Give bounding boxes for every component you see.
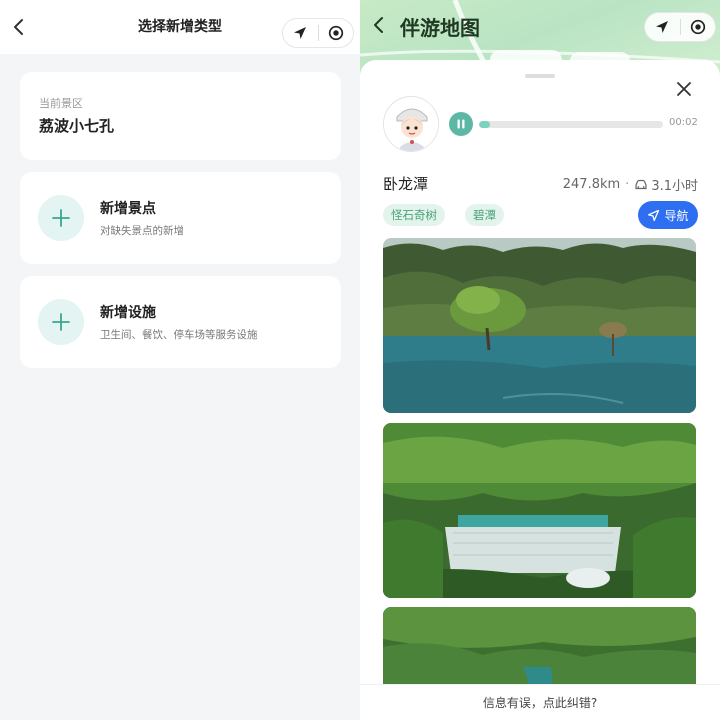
right-screen: 伴游地图 00:02 卧龙潭 247.8km · 3.1小时 怪石奇树 碧潭 导… bbox=[360, 0, 720, 720]
current-scenic-name: 荔波小七孔 bbox=[39, 117, 115, 135]
spot-detail-sheet: 00:02 卧龙潭 247.8km · 3.1小时 怪石奇树 碧潭 导航 bbox=[360, 60, 720, 720]
spot-duration: 3.1小时 bbox=[651, 179, 698, 194]
meta-separator: · bbox=[625, 177, 630, 192]
map-page-title: 伴游地图 bbox=[400, 16, 480, 40]
car-icon bbox=[635, 179, 647, 189]
navigation-icon bbox=[648, 209, 660, 221]
current-scenic-card: 当前景区 荔波小七孔 bbox=[20, 72, 341, 160]
spot-distance: 247.8km bbox=[562, 177, 621, 192]
sheet-drag-handle[interactable] bbox=[525, 74, 555, 78]
audio-pause-button[interactable] bbox=[449, 112, 473, 136]
target-button[interactable] bbox=[318, 19, 353, 47]
spot-photo[interactable] bbox=[383, 238, 696, 413]
pause-icon bbox=[457, 119, 465, 129]
top-bar: 选择新增类型 bbox=[0, 0, 360, 54]
add-facility-icon-circle bbox=[38, 299, 84, 345]
navigate-button[interactable]: 导航 bbox=[638, 201, 698, 229]
audio-time: 00:02 bbox=[669, 117, 698, 128]
location-button[interactable] bbox=[645, 13, 680, 41]
guide-character-image bbox=[384, 97, 438, 151]
location-arrow-icon bbox=[656, 21, 669, 33]
target-button[interactable] bbox=[680, 13, 715, 41]
chevron-left-icon[interactable] bbox=[368, 14, 390, 36]
add-spot-title: 新增景点 bbox=[100, 201, 156, 217]
audio-progress-bar[interactable] bbox=[479, 121, 663, 128]
plus-icon bbox=[52, 209, 70, 227]
plus-icon bbox=[52, 313, 70, 331]
report-error-link[interactable]: 信息有误，点此纠错? bbox=[360, 684, 720, 720]
close-icon[interactable] bbox=[673, 78, 695, 100]
mini-program-capsule bbox=[644, 12, 716, 42]
add-spot-icon-circle bbox=[38, 195, 84, 241]
location-button[interactable] bbox=[283, 19, 318, 47]
add-spot-desc: 对缺失景点的新增 bbox=[100, 225, 184, 237]
mini-program-capsule bbox=[282, 18, 354, 48]
audio-progress-fill bbox=[479, 121, 491, 128]
target-icon bbox=[328, 25, 343, 41]
add-facility-option[interactable]: 新增设施 卫生间、餐饮、停车场等服务设施 bbox=[20, 276, 341, 368]
lake-trees-photo bbox=[383, 238, 696, 413]
waterfall-photo bbox=[383, 423, 696, 598]
spot-tag: 碧潭 bbox=[465, 204, 504, 226]
add-facility-desc: 卫生间、餐饮、停车场等服务设施 bbox=[100, 329, 258, 341]
target-icon bbox=[690, 19, 705, 35]
add-spot-option[interactable]: 新增景点 对缺失景点的新增 bbox=[20, 172, 341, 264]
spot-photo[interactable] bbox=[383, 423, 696, 598]
guide-avatar bbox=[383, 96, 439, 152]
left-screen: 选择新增类型 当前景区 荔波小七孔 新增景点 对缺失景点的新增 新增设施 卫生间… bbox=[0, 0, 360, 720]
location-arrow-icon bbox=[294, 27, 307, 39]
spot-tag: 怪石奇树 bbox=[383, 204, 445, 226]
spot-name: 卧龙潭 bbox=[383, 175, 429, 193]
navigate-label: 导航 bbox=[664, 208, 689, 223]
spot-meta: 247.8km · 3.1小时 bbox=[563, 175, 698, 194]
current-scenic-label: 当前景区 bbox=[39, 97, 83, 110]
chevron-left-icon[interactable] bbox=[8, 16, 30, 38]
add-facility-title: 新增设施 bbox=[100, 305, 156, 321]
